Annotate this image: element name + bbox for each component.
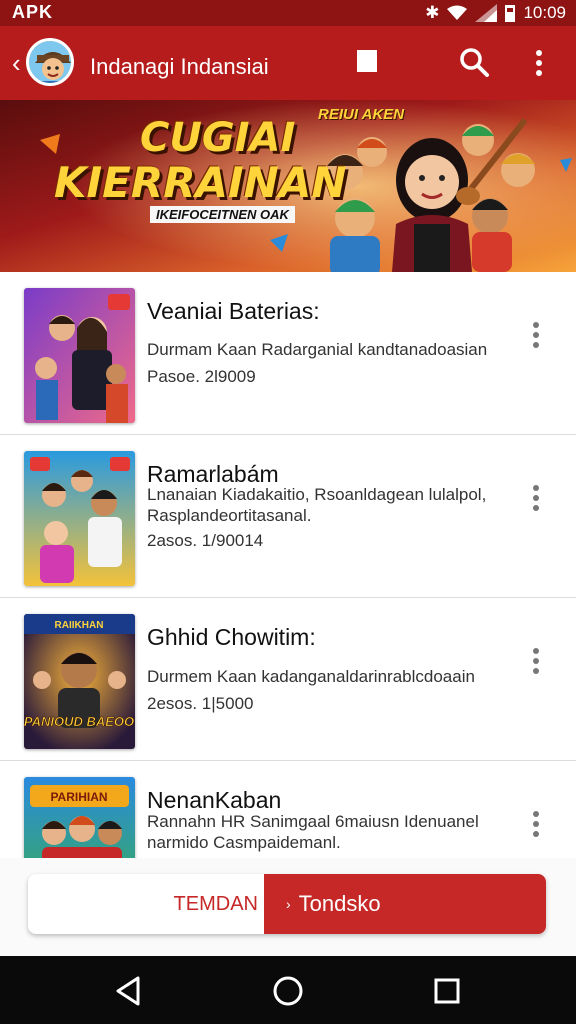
thumbnail-artwork (24, 451, 135, 586)
status-app-label: APK (12, 2, 54, 22)
promo-banner[interactable]: REIUI AKEN CUGIAI KIERRAINAN IKEIFOCEITN… (0, 100, 576, 272)
avatar-character-image (29, 41, 71, 83)
item-title: NenanKaban (147, 787, 282, 813)
action-button-group: TEMDAN › Tondsko (28, 874, 546, 934)
banner-badge: REIUI AKEN (318, 106, 405, 123)
more-vertical-icon[interactable] (526, 483, 546, 513)
wifi-icon (447, 5, 468, 20)
banner-title-line2: KIERRAINAN (54, 158, 347, 207)
more-vertical-icon[interactable] (526, 646, 546, 676)
item-meta: Pasoe. 2l9009 (147, 367, 256, 386)
home-circle-icon[interactable] (271, 974, 305, 1008)
bluetooth-icon: ✱ (425, 3, 440, 22)
item-title: Veaniai Baterias: (147, 298, 320, 324)
item-thumbnail (24, 288, 135, 423)
signal-icon (475, 4, 498, 22)
item-title: Ghhid Chowitim: (147, 624, 316, 650)
system-nav-bar (0, 956, 576, 1024)
thumb-label-top: PARIHIAN (50, 790, 107, 804)
arrow-small-icon: › (286, 896, 291, 912)
primary-action-label: Tondsko (298, 891, 381, 916)
item-description: Durmem Kaan kadanganaldarinrablcdoaain (147, 667, 475, 686)
bottom-action-bar: TEMDAN › Tondsko (0, 858, 576, 956)
banner-title: CUGIAI KIERRAINAN (54, 115, 347, 207)
battery-icon (505, 4, 516, 22)
banner-title-line1: CUGIAI (140, 115, 296, 161)
item-description: Rannahn HR Sanimgaal 6maiusn Idenuanel n… (147, 812, 479, 852)
more-vertical-icon[interactable] (528, 48, 550, 78)
thumbnail-artwork: RAIIKHAN PANIOUD BAEOO (24, 614, 135, 749)
search-icon[interactable] (458, 46, 490, 78)
more-vertical-icon[interactable] (526, 809, 546, 839)
recents-square-icon[interactable] (430, 974, 464, 1008)
item-meta: 2esos. 1|5000 (147, 694, 254, 713)
banner-subtitle: IKEIFOCEITNEN OAK (150, 206, 295, 223)
item-thumbnail: PARIHIAN (24, 777, 135, 858)
item-description: Lnanaian Kiadakaitio, Rsoanldagean lulal… (147, 485, 487, 525)
stop-square-icon[interactable] (357, 50, 377, 72)
item-meta: 2asos. 1/90014 (147, 531, 264, 550)
more-vertical-icon[interactable] (526, 320, 546, 350)
app-toolbar: ‹ Indanagi Indansiai (0, 26, 576, 100)
item-thumbnail: RAIIKHAN PANIOUD BAEOO (24, 614, 135, 749)
thumb-label-top: RAIIKHAN (55, 620, 104, 631)
content-list-rendered: Veaniai Baterias: Durmam Kaan Radargania… (0, 272, 576, 858)
secondary-action-button[interactable]: TEMDAN (28, 874, 264, 934)
item-description: Durmam Kaan Radarganial kandtanadoasian (147, 340, 488, 359)
back-arrow-icon[interactable]: ‹ (12, 50, 21, 76)
primary-action-button[interactable]: › Tondsko (264, 874, 546, 934)
list-item[interactable]: Ramarlabám Lnanaian Kiadakaitio, Rsoanld… (0, 435, 576, 598)
list-item[interactable]: Veaniai Baterias: Durmam Kaan Radargania… (0, 272, 576, 435)
thumb-label-bottom: PANIOUD BAEOO (24, 714, 134, 729)
list-item[interactable]: RAIIKHAN PANIOUD BAEOO Ghhid Chowitim: D… (0, 598, 576, 761)
thumbnail-artwork (24, 288, 135, 423)
back-triangle-icon[interactable] (112, 974, 146, 1008)
status-bar: APK ✱ 10:09 (0, 0, 576, 26)
toolbar-title: Indanagi Indansiai (90, 54, 269, 79)
status-icons: ✱ 10:09 (425, 0, 566, 26)
thumbnail-artwork: PARIHIAN (24, 777, 135, 858)
status-time: 10:09 (523, 3, 566, 22)
list-item[interactable]: PARIHIAN NenanKaban Rannahn HR Sanimgaal… (0, 761, 576, 858)
avatar[interactable] (26, 38, 74, 86)
item-thumbnail (24, 451, 135, 586)
